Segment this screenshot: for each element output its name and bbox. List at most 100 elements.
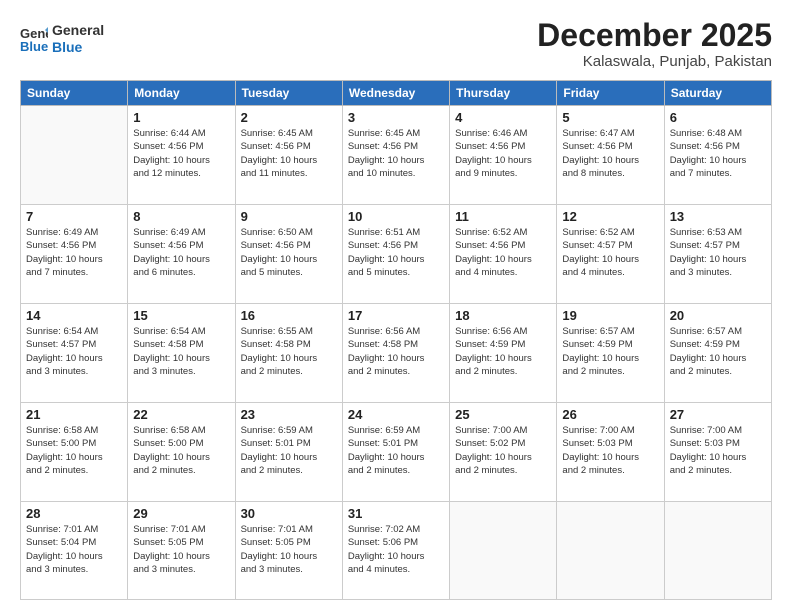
header-wednesday: Wednesday bbox=[342, 81, 449, 106]
cell-w2-d1: 7 Sunrise: 6:49 AM Sunset: 4:56 PM Daylig… bbox=[21, 205, 128, 304]
header-saturday: Saturday bbox=[664, 81, 771, 106]
day-number: 4 bbox=[455, 110, 551, 125]
header-monday: Monday bbox=[128, 81, 235, 106]
logo: General Blue General Blue bbox=[20, 22, 104, 56]
cell-w1-d1 bbox=[21, 106, 128, 205]
day-number: 21 bbox=[26, 407, 122, 422]
cell-w1-d3: 2 Sunrise: 6:45 AM Sunset: 4:56 PM Daylig… bbox=[235, 106, 342, 205]
cell-w4-d7: 27 Sunrise: 7:00 AM Sunset: 5:03 PM Dayli… bbox=[664, 403, 771, 502]
cell-w5-d4: 31Sunrise: 7:02 AM Sunset: 5:06 PM Dayli… bbox=[342, 502, 449, 600]
day-number: 19 bbox=[562, 308, 658, 323]
logo-icon: General Blue bbox=[20, 25, 48, 53]
logo-line2: Blue bbox=[52, 39, 104, 56]
week-row-2: 7 Sunrise: 6:49 AM Sunset: 4:56 PM Daylig… bbox=[21, 205, 772, 304]
cell-w3-d5: 18 Sunrise: 6:56 AM Sunset: 4:59 PM Dayli… bbox=[450, 304, 557, 403]
cell-w5-d6 bbox=[557, 502, 664, 600]
day-number: 27 bbox=[670, 407, 766, 422]
day-number: 3 bbox=[348, 110, 444, 125]
day-info: Sunrise: 6:54 AM Sunset: 4:58 PM Dayligh… bbox=[133, 325, 229, 378]
day-number: 12 bbox=[562, 209, 658, 224]
cell-w5-d3: 30Sunrise: 7:01 AM Sunset: 5:05 PM Dayli… bbox=[235, 502, 342, 600]
cell-w4-d4: 24Sunrise: 6:59 AM Sunset: 5:01 PM Dayli… bbox=[342, 403, 449, 502]
cell-w5-d5 bbox=[450, 502, 557, 600]
day-info: Sunrise: 6:44 AM Sunset: 4:56 PM Dayligh… bbox=[133, 127, 229, 180]
cell-w4-d1: 21 Sunrise: 6:58 AM Sunset: 5:00 PM Dayli… bbox=[21, 403, 128, 502]
day-info: Sunrise: 6:48 AM Sunset: 4:56 PM Dayligh… bbox=[670, 127, 766, 180]
title-block: December 2025 Kalaswala, Punjab, Pakista… bbox=[537, 18, 772, 70]
day-number: 22 bbox=[133, 407, 229, 422]
day-info: Sunrise: 6:51 AM Sunset: 4:56 PM Dayligh… bbox=[348, 226, 444, 279]
cell-w3-d2: 15Sunrise: 6:54 AM Sunset: 4:58 PM Dayli… bbox=[128, 304, 235, 403]
cell-w4-d5: 25 Sunrise: 7:00 AM Sunset: 5:02 PM Dayli… bbox=[450, 403, 557, 502]
cell-w2-d2: 8Sunrise: 6:49 AM Sunset: 4:56 PM Daylig… bbox=[128, 205, 235, 304]
day-info: Sunrise: 6:49 AM Sunset: 4:56 PM Dayligh… bbox=[26, 226, 122, 279]
header-tuesday: Tuesday bbox=[235, 81, 342, 106]
cell-w5-d2: 29 Sunrise: 7:01 AM Sunset: 5:05 PM Dayli… bbox=[128, 502, 235, 600]
cell-w3-d7: 20Sunrise: 6:57 AM Sunset: 4:59 PM Dayli… bbox=[664, 304, 771, 403]
day-info: Sunrise: 6:57 AM Sunset: 4:59 PM Dayligh… bbox=[562, 325, 658, 378]
cell-w2-d5: 11Sunrise: 6:52 AM Sunset: 4:56 PM Dayli… bbox=[450, 205, 557, 304]
day-number: 16 bbox=[241, 308, 337, 323]
day-info: Sunrise: 7:01 AM Sunset: 5:05 PM Dayligh… bbox=[133, 523, 229, 576]
day-number: 24 bbox=[348, 407, 444, 422]
day-number: 10 bbox=[348, 209, 444, 224]
cell-w3-d4: 17 Sunrise: 6:56 AM Sunset: 4:58 PM Dayli… bbox=[342, 304, 449, 403]
day-number: 9 bbox=[241, 209, 337, 224]
day-info: Sunrise: 6:50 AM Sunset: 4:56 PM Dayligh… bbox=[241, 226, 337, 279]
day-info: Sunrise: 6:45 AM Sunset: 4:56 PM Dayligh… bbox=[241, 127, 337, 180]
header: General Blue General Blue December 2025 … bbox=[20, 18, 772, 70]
cell-w4-d2: 22 Sunrise: 6:58 AM Sunset: 5:00 PM Dayli… bbox=[128, 403, 235, 502]
day-info: Sunrise: 6:58 AM Sunset: 5:00 PM Dayligh… bbox=[133, 424, 229, 477]
day-info: Sunrise: 6:55 AM Sunset: 4:58 PM Dayligh… bbox=[241, 325, 337, 378]
weekday-header-row: Sunday Monday Tuesday Wednesday Thursday… bbox=[21, 81, 772, 106]
day-info: Sunrise: 6:56 AM Sunset: 4:59 PM Dayligh… bbox=[455, 325, 551, 378]
day-info: Sunrise: 6:59 AM Sunset: 5:01 PM Dayligh… bbox=[241, 424, 337, 477]
day-number: 13 bbox=[670, 209, 766, 224]
day-info: Sunrise: 6:56 AM Sunset: 4:58 PM Dayligh… bbox=[348, 325, 444, 378]
day-info: Sunrise: 6:58 AM Sunset: 5:00 PM Dayligh… bbox=[26, 424, 122, 477]
day-info: Sunrise: 6:49 AM Sunset: 4:56 PM Dayligh… bbox=[133, 226, 229, 279]
day-info: Sunrise: 6:57 AM Sunset: 4:59 PM Dayligh… bbox=[670, 325, 766, 378]
day-number: 17 bbox=[348, 308, 444, 323]
calendar-table: Sunday Monday Tuesday Wednesday Thursday… bbox=[20, 80, 772, 600]
cell-w4-d3: 23Sunrise: 6:59 AM Sunset: 5:01 PM Dayli… bbox=[235, 403, 342, 502]
day-number: 11 bbox=[455, 209, 551, 224]
month-title: December 2025 bbox=[537, 18, 772, 53]
day-info: Sunrise: 6:54 AM Sunset: 4:57 PM Dayligh… bbox=[26, 325, 122, 378]
cell-w4-d6: 26 Sunrise: 7:00 AM Sunset: 5:03 PM Dayli… bbox=[557, 403, 664, 502]
cell-w1-d7: 6Sunrise: 6:48 AM Sunset: 4:56 PM Daylig… bbox=[664, 106, 771, 205]
cell-w2-d4: 10 Sunrise: 6:51 AM Sunset: 4:56 PM Dayli… bbox=[342, 205, 449, 304]
week-row-5: 28Sunrise: 7:01 AM Sunset: 5:04 PM Dayli… bbox=[21, 502, 772, 600]
location: Kalaswala, Punjab, Pakistan bbox=[537, 53, 772, 70]
week-row-4: 21 Sunrise: 6:58 AM Sunset: 5:00 PM Dayli… bbox=[21, 403, 772, 502]
cell-w5-d7 bbox=[664, 502, 771, 600]
day-number: 1 bbox=[133, 110, 229, 125]
cell-w3-d1: 14 Sunrise: 6:54 AM Sunset: 4:57 PM Dayli… bbox=[21, 304, 128, 403]
week-row-3: 14 Sunrise: 6:54 AM Sunset: 4:57 PM Dayli… bbox=[21, 304, 772, 403]
day-info: Sunrise: 6:53 AM Sunset: 4:57 PM Dayligh… bbox=[670, 226, 766, 279]
header-sunday: Sunday bbox=[21, 81, 128, 106]
day-number: 7 bbox=[26, 209, 122, 224]
day-number: 30 bbox=[241, 506, 337, 521]
day-number: 2 bbox=[241, 110, 337, 125]
header-thursday: Thursday bbox=[450, 81, 557, 106]
day-number: 18 bbox=[455, 308, 551, 323]
header-friday: Friday bbox=[557, 81, 664, 106]
cell-w1-d4: 3 Sunrise: 6:45 AM Sunset: 4:56 PM Daylig… bbox=[342, 106, 449, 205]
week-row-1: 1 Sunrise: 6:44 AM Sunset: 4:56 PM Daylig… bbox=[21, 106, 772, 205]
day-number: 25 bbox=[455, 407, 551, 422]
cell-w1-d5: 4Sunrise: 6:46 AM Sunset: 4:56 PM Daylig… bbox=[450, 106, 557, 205]
day-info: Sunrise: 7:02 AM Sunset: 5:06 PM Dayligh… bbox=[348, 523, 444, 576]
day-info: Sunrise: 7:00 AM Sunset: 5:03 PM Dayligh… bbox=[670, 424, 766, 477]
day-info: Sunrise: 7:00 AM Sunset: 5:02 PM Dayligh… bbox=[455, 424, 551, 477]
day-info: Sunrise: 6:45 AM Sunset: 4:56 PM Dayligh… bbox=[348, 127, 444, 180]
cell-w1-d2: 1 Sunrise: 6:44 AM Sunset: 4:56 PM Daylig… bbox=[128, 106, 235, 205]
day-number: 14 bbox=[26, 308, 122, 323]
day-info: Sunrise: 7:01 AM Sunset: 5:04 PM Dayligh… bbox=[26, 523, 122, 576]
cell-w1-d6: 5Sunrise: 6:47 AM Sunset: 4:56 PM Daylig… bbox=[557, 106, 664, 205]
day-number: 29 bbox=[133, 506, 229, 521]
day-info: Sunrise: 7:00 AM Sunset: 5:03 PM Dayligh… bbox=[562, 424, 658, 477]
cell-w3-d6: 19 Sunrise: 6:57 AM Sunset: 4:59 PM Dayli… bbox=[557, 304, 664, 403]
day-number: 26 bbox=[562, 407, 658, 422]
svg-text:Blue: Blue bbox=[20, 39, 48, 53]
